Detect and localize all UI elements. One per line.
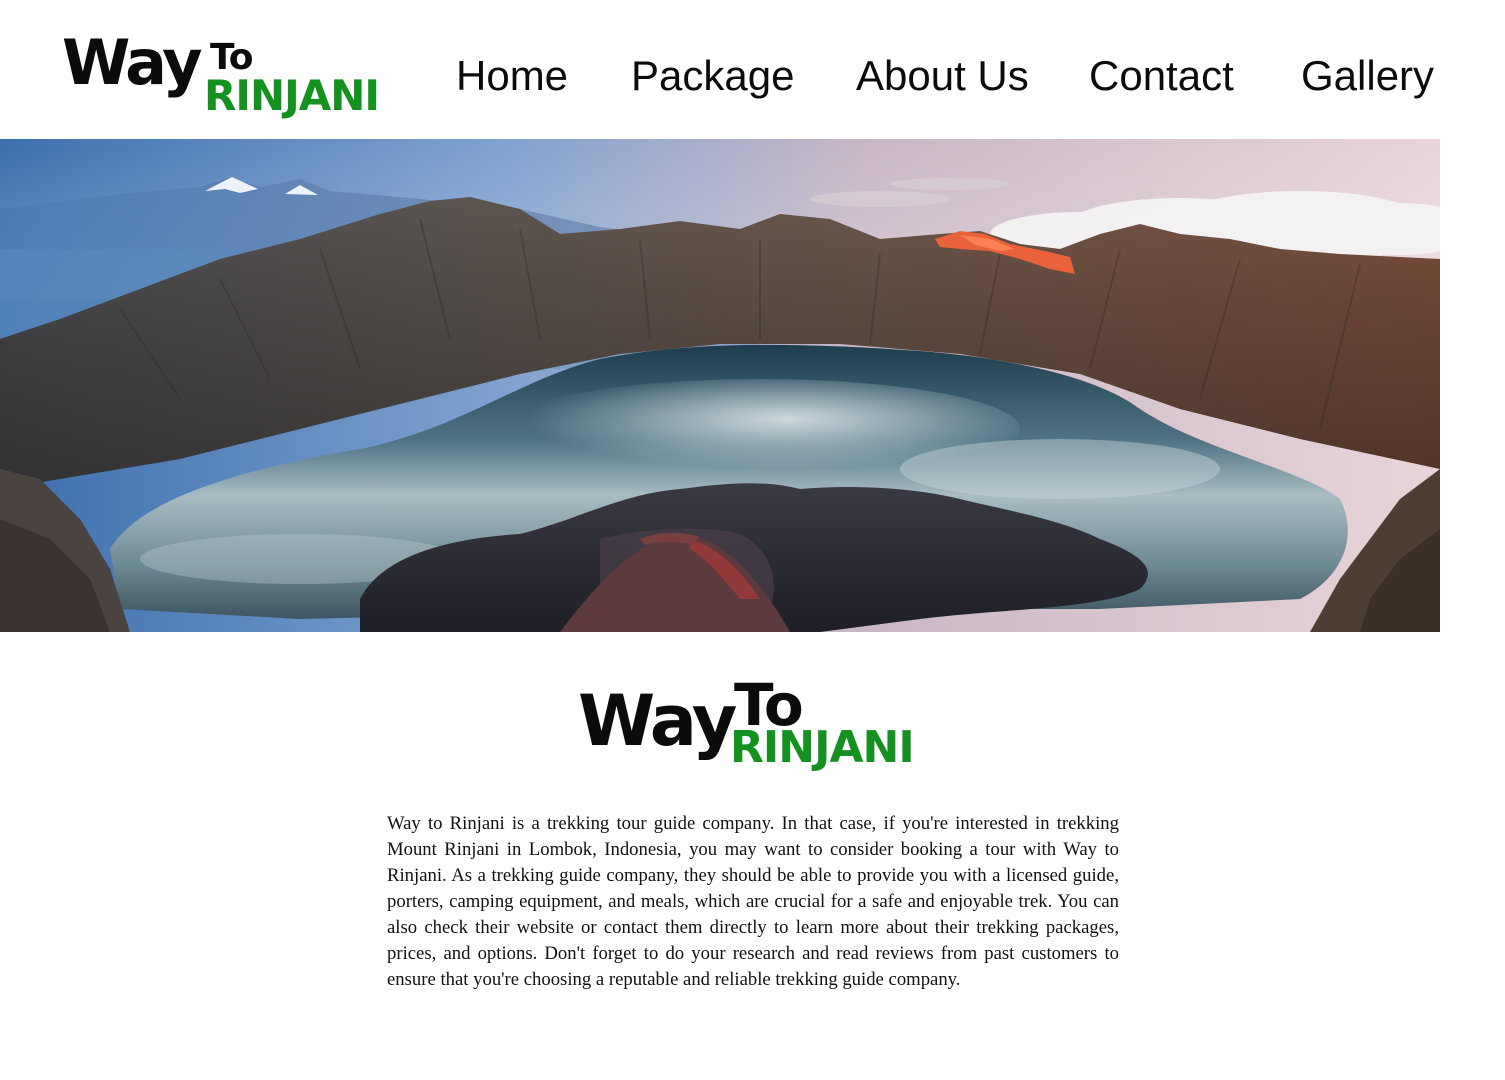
nav-home[interactable]: Home (456, 50, 568, 102)
site-header: Way To RINJANI Home Package About Us Con… (0, 0, 1505, 139)
about-description: Way to Rinjani is a trekking tour guide … (387, 813, 1119, 990)
nav-package[interactable]: Package (631, 50, 794, 102)
nav-about-us[interactable]: About Us (856, 50, 1029, 102)
about-logo-rinjani-text: RINJANI (730, 722, 915, 773)
about-logo: Way To RINJANI (578, 672, 928, 782)
nav-contact[interactable]: Contact (1089, 50, 1234, 102)
nav-gallery[interactable]: Gallery (1301, 50, 1434, 102)
main-nav: Home Package About Us Contact Gallery (0, 50, 1505, 102)
crater-lake-illustration (0, 139, 1440, 632)
about-logo-way-text: Way (578, 680, 737, 762)
hero-image (0, 139, 1440, 632)
